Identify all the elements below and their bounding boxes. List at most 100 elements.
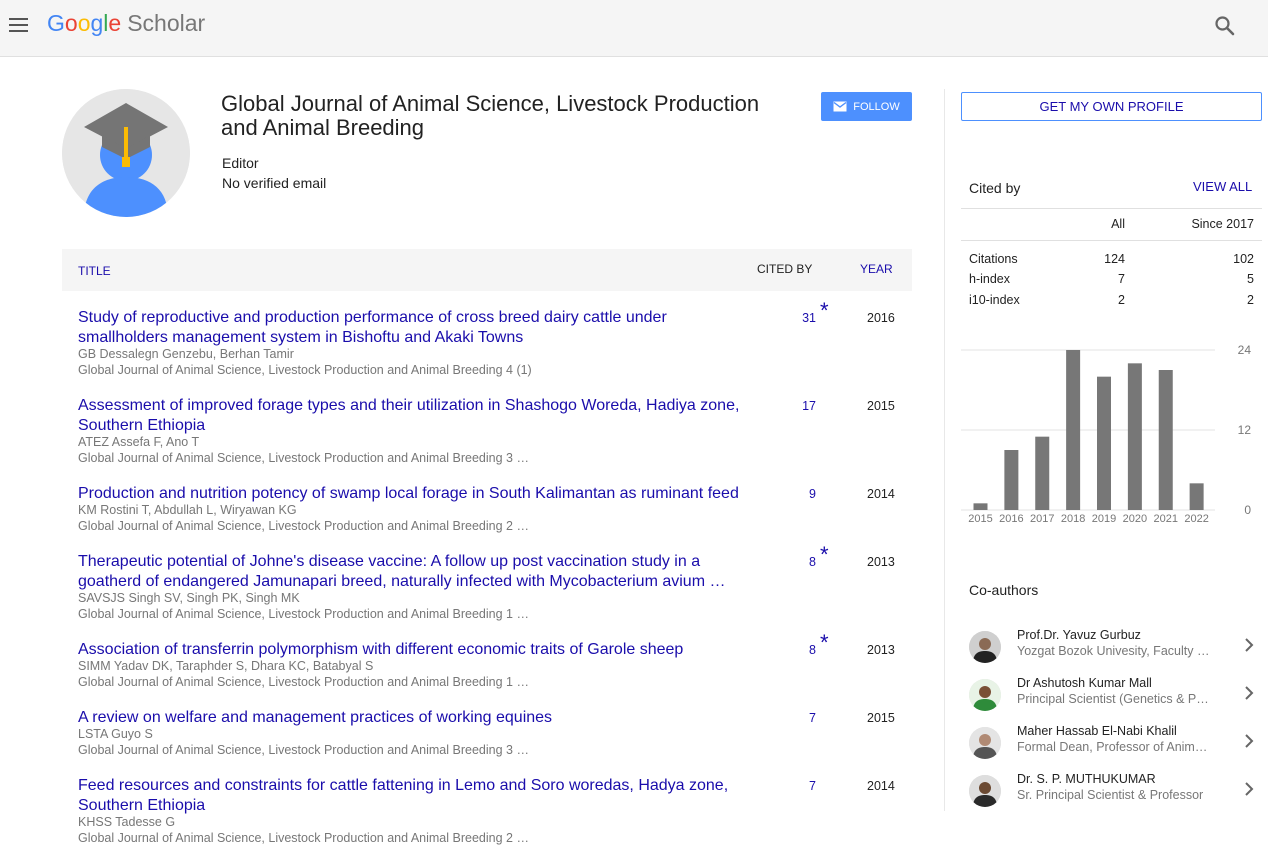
chart-bar-2021[interactable]: [1158, 370, 1173, 510]
chart-x-tick-label: 2016: [999, 513, 1023, 525]
coauthor-item[interactable]: Prof.Dr. Yavuz Gurbuz Yozgat Bozok Unive…: [961, 625, 1262, 673]
profile-avatar: [62, 89, 190, 217]
chart-x-tick-label: 2018: [1061, 513, 1085, 525]
profile-email-status: No verified email: [222, 175, 327, 191]
google-scholar-logo[interactable]: Google Scholar: [47, 10, 205, 37]
cited-by-count-link[interactable]: 7: [752, 711, 816, 725]
stat-label-citations: Citations: [969, 252, 1018, 266]
publication-title-link[interactable]: Production and nutrition potency of swam…: [78, 484, 748, 504]
stat-label-i10-index: i10-index: [969, 293, 1020, 307]
column-cited-by: CITED BY: [757, 262, 813, 276]
citations-per-year-chart: 24 12 0 2015 2016 2017 2018 2019 2020 2021 2022: [961, 343, 1252, 525]
column-divider: [944, 89, 945, 811]
publication-authors: ATEZ Assefa F, Ano T: [78, 435, 200, 449]
cited-by-count-link[interactable]: 7: [752, 779, 816, 793]
cited-by-heading: Cited by: [969, 180, 1021, 196]
merged-citations-star[interactable]: *: [820, 542, 829, 568]
coauthor-avatar: [969, 679, 1001, 711]
cited-by-count-link[interactable]: 8: [752, 643, 816, 657]
stat-i10-index-all: 2: [1118, 293, 1125, 307]
chevron-right-icon: [1245, 734, 1254, 748]
coauthors-heading: Co-authors: [969, 582, 1039, 598]
coauthor-name: Dr. S. P. MUTHUKUMAR: [1017, 772, 1156, 786]
publication-title-link[interactable]: Therapeutic potential of Johne's disease…: [78, 552, 748, 592]
stat-citations-all: 124: [1104, 252, 1125, 266]
publication-venue: Global Journal of Animal Science, Livest…: [78, 831, 529, 845]
coauthor-avatar: [969, 727, 1001, 759]
stats-divider: [961, 240, 1262, 241]
coauthor-affiliation: Principal Scientist (Genetics & P…: [1017, 692, 1209, 706]
cited-by-count-link[interactable]: 8: [752, 555, 816, 569]
coauthor-name: Dr Ashutosh Kumar Mall: [1017, 676, 1152, 690]
publication-year: 2013: [867, 555, 895, 569]
chart-x-tick-label: 2017: [1030, 513, 1054, 525]
cited-by-count-link[interactable]: 31: [752, 311, 816, 325]
chart-x-tick-label: 2015: [968, 513, 992, 525]
publication-venue: Global Journal of Animal Science, Livest…: [78, 363, 532, 377]
chart-y-tick-label: 12: [1238, 423, 1252, 437]
publication-year: 2013: [867, 643, 895, 657]
merged-citations-star[interactable]: *: [820, 630, 829, 656]
default-avatar-icon: [62, 89, 190, 217]
search-icon[interactable]: [1213, 14, 1237, 38]
top-bar: Google Scholar: [0, 0, 1268, 57]
publications-table-header: TITLE CITED BY YEAR: [62, 249, 912, 291]
get-my-own-profile-button[interactable]: GET MY OWN PROFILE: [961, 92, 1262, 121]
chart-bar-2016[interactable]: [1004, 450, 1019, 510]
publication-venue: Global Journal of Animal Science, Livest…: [78, 451, 529, 465]
chart-bar-2022[interactable]: [1189, 483, 1204, 510]
coauthor-avatar: [969, 775, 1001, 807]
hamburger-menu-icon[interactable]: [8, 14, 30, 36]
chart-x-tick-label: 2019: [1092, 513, 1116, 525]
publication-venue: Global Journal of Animal Science, Livest…: [78, 519, 529, 533]
envelope-icon: [833, 101, 847, 112]
coauthor-item[interactable]: Maher Hassab El-Nabi Khalil Formal Dean,…: [961, 721, 1262, 769]
publication-authors: KM Rostini T, Abdullah L, Wiryawan KG: [78, 503, 297, 517]
publication-year: 2015: [867, 399, 895, 413]
chart-bar-2020[interactable]: [1127, 363, 1142, 510]
chart-bar-2018[interactable]: [1066, 350, 1081, 510]
cited-by-count-link[interactable]: 9: [752, 487, 816, 501]
coauthor-avatar: [969, 631, 1001, 663]
coauthor-item[interactable]: Dr Ashutosh Kumar Mall Principal Scienti…: [961, 673, 1262, 721]
publication-authors: KHSS Tadesse G: [78, 815, 176, 829]
merged-citations-star[interactable]: *: [820, 298, 829, 324]
chart-bar-2017[interactable]: [1035, 436, 1050, 510]
chart-bar-2015[interactable]: [973, 503, 988, 510]
chevron-right-icon: [1245, 638, 1254, 652]
sort-by-title[interactable]: TITLE: [78, 264, 111, 278]
coauthor-name: Prof.Dr. Yavuz Gurbuz: [1017, 628, 1141, 642]
stat-h-index-all: 7: [1118, 272, 1125, 286]
publication-title-link[interactable]: A review on welfare and management pract…: [78, 708, 748, 728]
publication-title-link[interactable]: Feed resources and constraints for cattl…: [78, 776, 748, 816]
profile-name: Global Journal of Animal Science, Livest…: [221, 91, 760, 140]
sort-by-year[interactable]: YEAR: [860, 262, 893, 276]
publication-year: 2014: [867, 487, 895, 501]
stats-col-since: Since 2017: [1191, 217, 1254, 231]
follow-button[interactable]: FOLLOW: [821, 92, 912, 121]
chart-y-tick-label: 24: [1238, 343, 1252, 357]
publication-authors: LSTA Guyo S: [78, 727, 153, 741]
stats-divider: [961, 208, 1262, 209]
chart-x-tick-label: 2020: [1123, 513, 1147, 525]
publication-title-link[interactable]: Study of reproductive and production per…: [78, 308, 748, 348]
cited-by-count-link[interactable]: 17: [752, 399, 816, 413]
follow-label: FOLLOW: [853, 100, 900, 113]
publication-venue: Global Journal of Animal Science, Livest…: [78, 743, 529, 757]
publication-venue: Global Journal of Animal Science, Livest…: [78, 675, 529, 689]
coauthor-affiliation: Sr. Principal Scientist & Professor: [1017, 788, 1204, 802]
publication-title-link[interactable]: Association of transferrin polymorphism …: [78, 640, 748, 660]
coauthor-affiliation: Formal Dean, Professor of Anim…: [1017, 740, 1208, 754]
publication-venue: Global Journal of Animal Science, Livest…: [78, 607, 529, 621]
publication-year: 2014: [867, 779, 895, 793]
chart-bar-2019[interactable]: [1097, 376, 1111, 510]
coauthor-name: Maher Hassab El-Nabi Khalil: [1017, 724, 1177, 738]
view-all-link[interactable]: VIEW ALL: [1193, 179, 1252, 194]
publication-title-link[interactable]: Assessment of improved forage types and …: [78, 396, 748, 436]
publication-authors: GB Dessalegn Genzebu, Berhan Tamir: [78, 347, 294, 361]
chart-x-tick-label: 2021: [1154, 513, 1178, 525]
coauthor-item[interactable]: Dr. S. P. MUTHUKUMAR Sr. Principal Scien…: [961, 769, 1262, 817]
chevron-right-icon: [1245, 686, 1254, 700]
coauthor-affiliation: Yozgat Bozok Univesity, Faculty …: [1017, 644, 1210, 658]
publication-authors: SAVSJS Singh SV, Singh PK, Singh MK: [78, 591, 300, 605]
